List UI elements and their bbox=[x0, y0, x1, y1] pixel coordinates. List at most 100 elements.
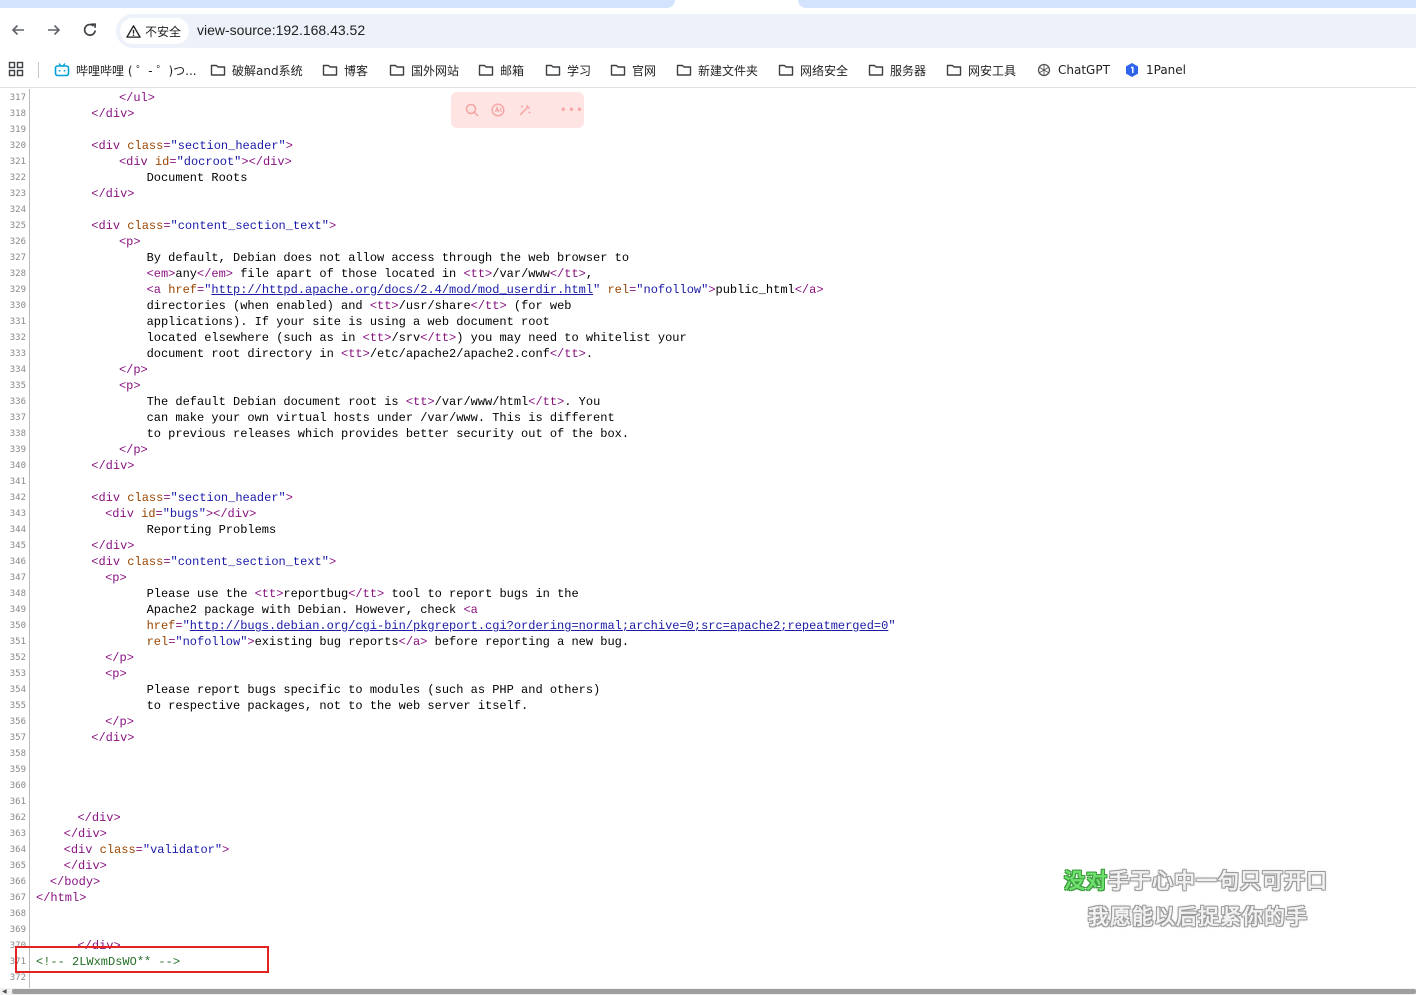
ai-chat-icon[interactable] bbox=[491, 103, 505, 118]
folder-icon bbox=[946, 62, 962, 78]
line-number: 317 bbox=[9, 93, 26, 103]
line-number: 336 bbox=[9, 397, 26, 407]
source-view[interactable]: 317 318 319 320 321 322 323 324 325 326 327 328 329 3… bbox=[0, 89, 1416, 988]
bookmark-9[interactable]: 网络安全 bbox=[778, 60, 848, 80]
source-line: <div id="docroot"></div> bbox=[119, 154, 292, 170]
code-token: to previous releases which provides bett… bbox=[146, 427, 630, 441]
source-line: </div> bbox=[91, 538, 134, 554]
back-button[interactable] bbox=[6, 18, 30, 42]
line-number: 369 bbox=[9, 925, 26, 935]
code-token: <p> bbox=[118, 235, 141, 249]
source-line: <p> bbox=[119, 234, 141, 250]
line-number: 326 bbox=[9, 237, 26, 247]
code-token: Please use the bbox=[146, 587, 255, 601]
search-icon[interactable] bbox=[465, 103, 479, 118]
code-token: </div> bbox=[63, 827, 107, 841]
code-token: , bbox=[585, 267, 594, 281]
source-line: <p> bbox=[119, 378, 141, 394]
code-token: " bbox=[888, 619, 896, 633]
folder-icon bbox=[389, 62, 405, 78]
reload-button[interactable] bbox=[78, 18, 102, 42]
forward-button[interactable] bbox=[42, 18, 66, 42]
line-number: 356 bbox=[9, 717, 26, 727]
scrollbar-thumb[interactable] bbox=[12, 989, 1416, 994]
source-line: </p> bbox=[119, 362, 148, 378]
line-number: 366 bbox=[9, 877, 26, 887]
bookmark-8[interactable]: 新建文件夹 bbox=[676, 60, 758, 80]
bookmark-2[interactable]: 破解and系统 bbox=[210, 60, 303, 80]
code-token: any bbox=[175, 267, 197, 281]
line-number: 330 bbox=[9, 301, 26, 311]
scroll-left-icon[interactable]: ◀ bbox=[2, 988, 7, 995]
bookmark-1[interactable]: 哔哩哔哩 ( ゜- ゜)つ... bbox=[54, 60, 197, 80]
code-token: </tt> bbox=[470, 299, 507, 313]
floating-toolbar[interactable]: ••• bbox=[451, 92, 584, 128]
line-number: 361 bbox=[9, 797, 26, 807]
tab-right[interactable] bbox=[798, 0, 1416, 8]
bookmark-13[interactable]: 1Panel bbox=[1124, 60, 1186, 80]
line-number: 364 bbox=[9, 845, 26, 855]
code-token: located elsewhere (such as in bbox=[146, 331, 363, 345]
code-token: <p> bbox=[105, 667, 127, 681]
address-bar[interactable]: 不安全 view-source:192.168.43.52 bbox=[116, 14, 1416, 48]
code-token: > bbox=[328, 219, 337, 233]
source-line: Reporting Problems bbox=[147, 522, 277, 538]
bookmark-12[interactable]: ChatGPT bbox=[1036, 60, 1110, 80]
code-token: <div bbox=[91, 555, 128, 569]
tab-left[interactable] bbox=[0, 0, 675, 8]
bilibili-icon bbox=[54, 62, 70, 78]
code-token: href bbox=[146, 619, 176, 633]
bookmark-label: 破解and系统 bbox=[232, 63, 303, 78]
code-token: Reporting Problems bbox=[146, 523, 277, 537]
code-token: </div> bbox=[91, 107, 135, 121]
code-token: </em> bbox=[197, 267, 234, 281]
magic-wand-icon[interactable] bbox=[518, 103, 532, 118]
source-line: Please use the <tt>reportbug</tt> tool t… bbox=[147, 586, 579, 602]
code-token: = bbox=[163, 555, 171, 569]
source-line: document root directory in <tt>/etc/apac… bbox=[147, 346, 594, 362]
source-link[interactable]: http://httpd.apache.org/docs/2.4/mod/mod… bbox=[211, 283, 593, 297]
line-number: 358 bbox=[9, 749, 26, 759]
line-number: 363 bbox=[9, 829, 26, 839]
lyric-line-1-highlight: 没对 bbox=[1064, 869, 1108, 893]
folder-icon bbox=[322, 62, 338, 78]
bookmark-6[interactable]: 学习 bbox=[545, 60, 591, 80]
code-token: <tt> bbox=[341, 347, 370, 361]
more-options-icon[interactable]: ••• bbox=[560, 103, 584, 117]
code-token: class bbox=[127, 491, 164, 505]
source-line: </div> bbox=[64, 826, 107, 842]
arrow-right-icon bbox=[48, 24, 61, 36]
code-token: "content_section_text" bbox=[170, 219, 329, 233]
line-number: 320 bbox=[9, 141, 26, 151]
bookmark-3[interactable]: 博客 bbox=[322, 60, 368, 80]
bookmark-11[interactable]: 网安工具 bbox=[946, 60, 1016, 80]
source-line: </div> bbox=[91, 186, 134, 202]
source-link[interactable]: http://bugs.debian.org/cgi-bin/pkgreport… bbox=[190, 619, 889, 633]
bookmark-7[interactable]: 官网 bbox=[610, 60, 656, 80]
lyric-line-2: 我愿能以后捉紧你的手 bbox=[1088, 905, 1308, 929]
line-number: 352 bbox=[9, 653, 26, 663]
code-token: </tt> bbox=[348, 587, 385, 601]
security-chip[interactable]: 不安全 bbox=[120, 18, 190, 44]
code-token: reportbug bbox=[283, 587, 349, 601]
code-token: class bbox=[127, 555, 164, 569]
horizontal-scrollbar[interactable]: ◀ bbox=[0, 988, 1416, 995]
code-token: rel bbox=[146, 635, 169, 649]
line-number: 318 bbox=[9, 109, 26, 119]
url-text[interactable]: view-source:192.168.43.52 bbox=[197, 22, 365, 38]
bookmark-5[interactable]: 邮箱 bbox=[478, 60, 524, 80]
line-number: 355 bbox=[9, 701, 26, 711]
code-token: (for web bbox=[506, 299, 572, 313]
bookmark-label: 官网 bbox=[632, 63, 657, 78]
apps-grid-icon[interactable] bbox=[8, 61, 24, 77]
code-token: before reporting a new bug. bbox=[427, 635, 630, 649]
source-line: </ul> bbox=[119, 90, 155, 106]
line-number: 359 bbox=[9, 765, 26, 775]
bookmark-4[interactable]: 国外网站 bbox=[389, 60, 459, 80]
line-number-gutter: 317 318 319 320 321 322 323 324 325 326 327 328 329 3… bbox=[0, 89, 30, 988]
line-number: 357 bbox=[9, 733, 26, 743]
code-token: <div bbox=[91, 219, 128, 233]
bookmark-10[interactable]: 服务器 bbox=[868, 60, 926, 80]
code-token: <div bbox=[91, 139, 128, 153]
line-number: 334 bbox=[9, 365, 26, 375]
